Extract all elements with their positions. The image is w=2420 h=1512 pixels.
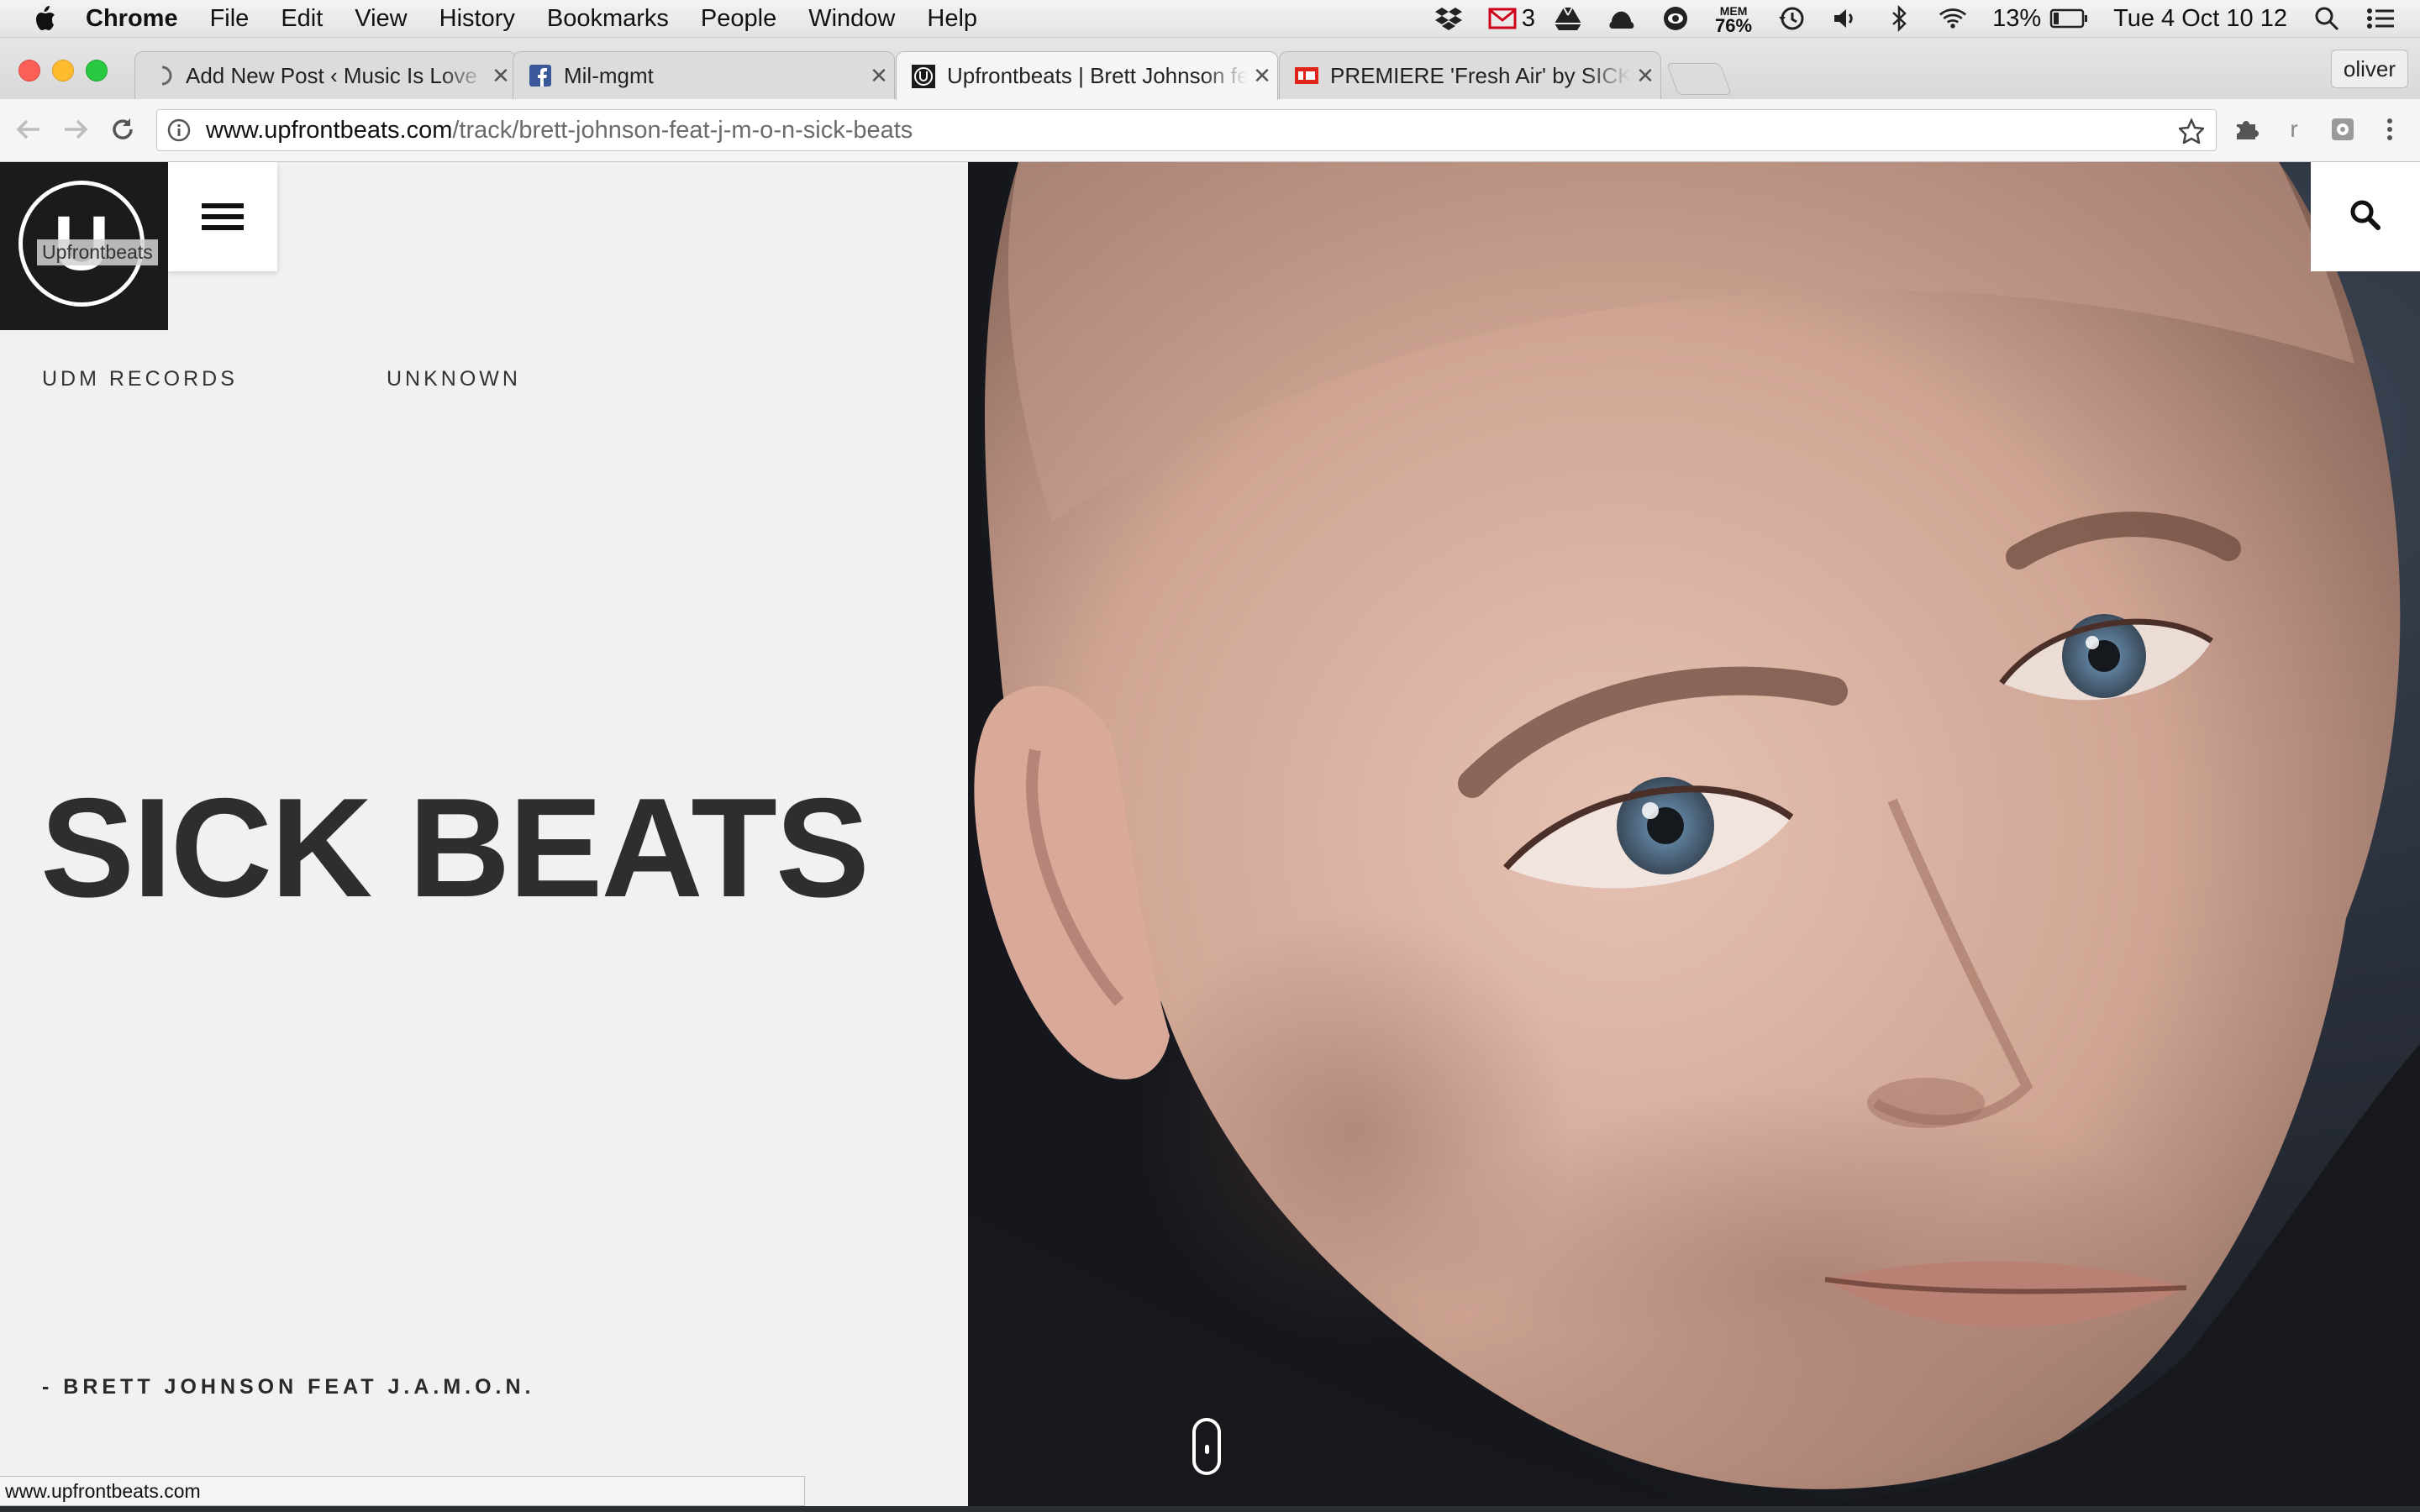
site-search-button[interactable]: [2311, 162, 2420, 271]
menu-people[interactable]: People: [701, 5, 776, 33]
tab-upfrontbeats[interactable]: Upfrontbeats | Brett Johnson feat ✕: [896, 51, 1278, 100]
wifi-icon[interactable]: [1939, 4, 1967, 33]
track-artist: - BRETT JOHNSON FEAT J.A.M.O.N.: [42, 1375, 535, 1399]
tab-title: Upfrontbeats | Brett Johnson feat: [947, 63, 1247, 88]
volume-icon[interactable]: [1831, 4, 1860, 33]
memory-value: 76%: [1715, 15, 1753, 36]
battery-status[interactable]: 13%: [1992, 4, 2088, 33]
menu-window[interactable]: Window: [808, 5, 895, 33]
scroll-mouse-wheel: [1205, 1445, 1209, 1454]
site-info-icon[interactable]: [167, 118, 192, 143]
track-genre[interactable]: UNKNOWN: [387, 367, 521, 391]
bluetooth-icon[interactable]: [1885, 4, 1913, 33]
upfrontbeats-favicon-icon: [912, 64, 935, 88]
extension-puzzle-icon[interactable]: [2232, 114, 2262, 144]
mail-status[interactable]: 3: [1488, 4, 1535, 33]
window-close-button[interactable]: [18, 60, 40, 81]
scroll-mouse-icon[interactable]: [1192, 1418, 1221, 1475]
battery-percent: 13%: [1992, 4, 2042, 32]
time-machine-icon[interactable]: [1777, 4, 1806, 33]
tab-add-new-post[interactable]: Add New Post ‹ Music Is Love ✕: [134, 51, 517, 99]
mail-count: 3: [1521, 4, 1536, 32]
menu-edit[interactable]: Edit: [281, 5, 323, 33]
mail-icon: [1488, 4, 1517, 33]
browser-tab-strip: Add New Post ‹ Music Is Love ✕ Mil-mgmt …: [0, 38, 2420, 100]
tab-mil-mgmt[interactable]: Mil-mgmt ✕: [513, 51, 895, 99]
battery-icon: [2049, 4, 2088, 33]
extension-grey-icon[interactable]: [2328, 114, 2358, 144]
link-status-bubble: www.upfrontbeats.com: [0, 1476, 805, 1506]
back-button[interactable]: [13, 114, 44, 144]
spotlight-search-icon[interactable]: [2312, 4, 2341, 33]
new-tab-button[interactable]: [1666, 63, 1732, 95]
window-minimize-button[interactable]: [52, 60, 74, 81]
bookmark-star-icon[interactable]: [2177, 117, 2206, 145]
extension-r-button[interactable]: r: [2279, 114, 2309, 144]
url-path: /track/brett-johnson-feat-j-m-o-n-sick-b…: [452, 116, 913, 144]
site-logo[interactable]: U Upfrontbeats: [0, 162, 168, 330]
profile-button[interactable]: oliver: [2330, 50, 2408, 88]
tab-title: PREMIERE 'Fresh Air' by SICK: [1330, 62, 1630, 88]
window-zoom-button[interactable]: [86, 60, 108, 81]
dj-mag-favicon-icon: [1295, 64, 1318, 87]
eye-app-icon[interactable]: [1661, 4, 1690, 33]
address-bar[interactable]: www.upfrontbeats.com/track/brett-johnson…: [156, 109, 2217, 151]
tab-close-icon[interactable]: ✕: [1630, 63, 1660, 89]
dropbox-icon[interactable]: [1434, 4, 1463, 33]
page-bottom-edge: [0, 1506, 2420, 1512]
menu-app-name[interactable]: Chrome: [86, 5, 178, 33]
hamburger-icon: [202, 197, 244, 236]
logo-tooltip: Upfrontbeats: [37, 239, 158, 265]
loading-spinner-icon: [150, 64, 174, 87]
menu-bar-clock[interactable]: Tue 4 Oct 10 12: [2113, 5, 2287, 33]
notification-center-icon[interactable]: [2366, 4, 2395, 33]
track-title: SICK BEATS: [40, 769, 870, 927]
menu-file[interactable]: File: [210, 5, 250, 33]
google-drive-icon[interactable]: [1554, 4, 1582, 33]
record-label[interactable]: UDM RECORDS: [42, 367, 238, 391]
menu-view[interactable]: View: [355, 5, 407, 33]
menu-help[interactable]: Help: [927, 5, 977, 33]
hamburger-menu-button[interactable]: [168, 162, 277, 271]
apple-logo-icon[interactable]: [32, 5, 59, 32]
menu-bar-status-area: 3 MEM 76% 13% Tue 4 Oct 10 12: [1434, 0, 2420, 37]
track-info-panel: U Upfrontbeats UDM RECORDS UNKNOWN SICK …: [0, 162, 968, 1512]
menu-history[interactable]: History: [439, 5, 515, 33]
url-host: www.upfrontbeats.com: [206, 116, 453, 144]
menu-bookmarks[interactable]: Bookmarks: [547, 5, 669, 33]
memory-monitor[interactable]: MEM 76%: [1715, 3, 1753, 36]
tab-premiere-fresh-air[interactable]: PREMIERE 'Fresh Air' by SICK ✕: [1279, 51, 1661, 99]
reload-button[interactable]: [108, 114, 138, 144]
artist-portrait-image: [968, 162, 2420, 1512]
tab-close-icon[interactable]: ✕: [1247, 63, 1277, 89]
browser-toolbar: www.upfrontbeats.com/track/brett-johnson…: [0, 99, 2420, 162]
mac-menu-bar: Chrome File Edit View History Bookmarks …: [0, 0, 2420, 38]
tab-title: Mil-mgmt: [564, 62, 654, 88]
tab-title: Add New Post ‹ Music Is Love: [186, 62, 477, 88]
tab-close-icon[interactable]: ✕: [486, 63, 516, 89]
facebook-icon: [529, 64, 552, 87]
tab-close-icon[interactable]: ✕: [864, 63, 894, 89]
search-icon: [2349, 198, 2382, 236]
cloud-app-icon[interactable]: [1607, 4, 1636, 33]
chrome-menu-icon[interactable]: [2375, 114, 2405, 144]
forward-button[interactable]: [60, 114, 91, 144]
web-page: U Upfrontbeats UDM RECORDS UNKNOWN SICK …: [0, 162, 2420, 1512]
